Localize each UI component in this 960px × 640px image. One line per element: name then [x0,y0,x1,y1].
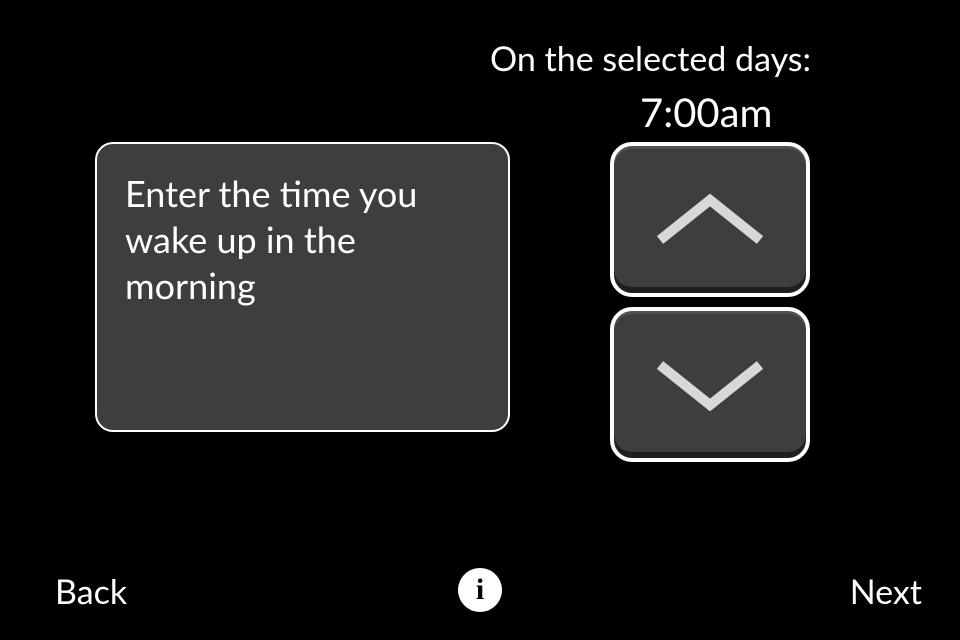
time-decrease-button[interactable] [610,307,810,462]
time-stepper [610,142,810,462]
chevron-down-icon [645,350,775,420]
info-button[interactable]: i [458,568,502,612]
time-value: 7:00am [640,88,772,136]
instruction-text: Enter the time you wake up in the mornin… [125,170,480,308]
instruction-panel: Enter the time you wake up in the mornin… [95,142,510,432]
next-button[interactable]: Next [850,571,922,612]
time-increase-button[interactable] [610,142,810,297]
header-label: On the selected days: [490,38,811,79]
info-icon: i [476,573,484,607]
back-button[interactable]: Back [55,571,127,612]
chevron-up-icon [645,185,775,255]
